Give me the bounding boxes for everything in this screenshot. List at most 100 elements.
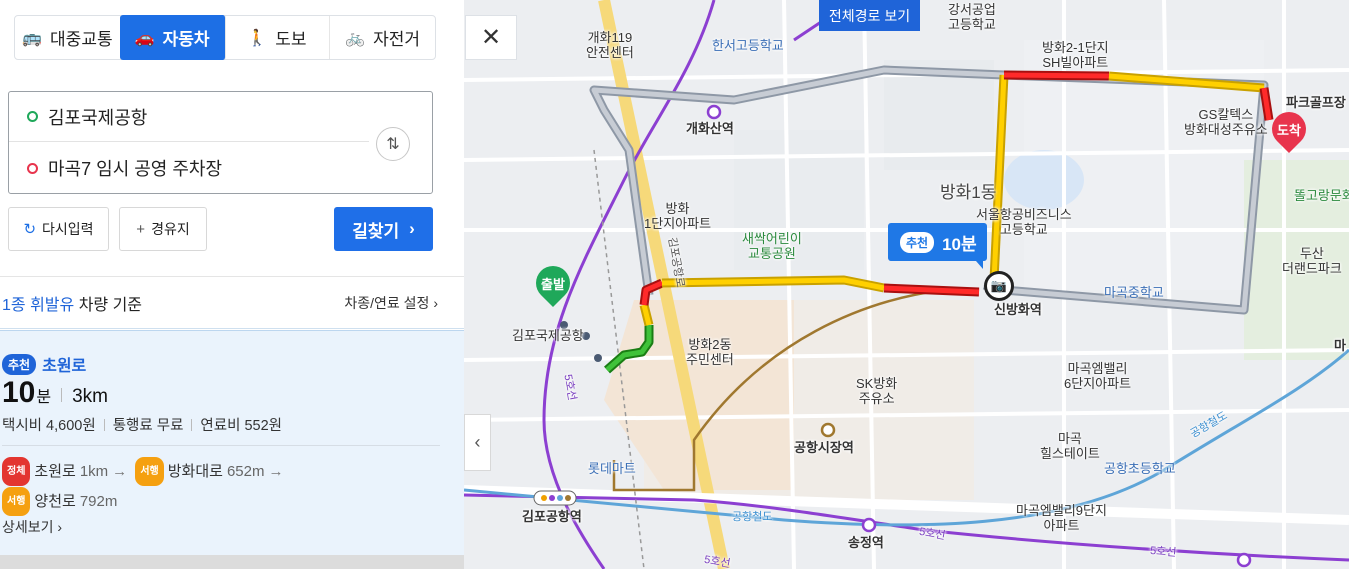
recommended-badge: 추천 (2, 353, 37, 375)
station-airport-market[interactable]: 공항시장역 (794, 440, 854, 455)
close-button[interactable]: ✕ (465, 15, 517, 60)
poi-airport-elem[interactable]: 공항초등학교 (1104, 461, 1176, 476)
traffic-badge: 서행 (135, 457, 164, 486)
traffic-camera-icon[interactable]: 📷 (984, 271, 1014, 301)
reset-label: 다시입력 (42, 221, 94, 237)
bus-icon: 🚌 (22, 29, 43, 47)
route-time-bubble[interactable]: 추천 10분 (888, 223, 987, 269)
tab-transit-label: 대중교통 (50, 30, 113, 49)
add-waypoint-button[interactable]: + 경유지 (119, 207, 207, 251)
walk-icon: 🚶 (247, 29, 268, 47)
poi-gimpo-airport[interactable]: 김포국제공항 (512, 328, 584, 343)
vehicle-settings-label: 차종/연료 설정 (344, 294, 430, 311)
swap-button[interactable]: ⇅ (376, 127, 410, 161)
car-icon: 🚗 (134, 29, 155, 47)
bubble-time: 10분 (942, 234, 977, 254)
vehicle-settings-link[interactable]: 차종/연료 설정 › (344, 293, 438, 313)
route-minutes-unit: 분 (36, 389, 52, 406)
station-gaehwasan[interactable]: 개화산역 (686, 121, 734, 136)
line5-label-c: 5호선 (1149, 544, 1177, 560)
destination-marker-icon (27, 162, 38, 174)
destination-text: 마곡7 임시 공영 주차장 (48, 159, 223, 179)
travel-mode-tabs: 🚌 대중교통 🚗 자동차 🚶 도보 🚲 자전거 (14, 15, 436, 60)
poi-hanseo[interactable]: 한서고등학교 (712, 38, 784, 53)
route-road-name: 초원로 (42, 358, 87, 375)
detail-label: 상세보기 (2, 519, 54, 535)
segment-length: 652m (226, 463, 265, 480)
poi-gaehwa119[interactable]: 개화119 안전센터 (586, 30, 634, 60)
traffic-badge: 정체 (2, 457, 31, 486)
segment-item: 정체 초원로 1km → (2, 457, 127, 486)
chevron-right-icon: › (409, 219, 415, 238)
route-input-box: 김포국제공항 마곡7 임시 공영 주차장 ⇅ (8, 91, 433, 194)
bicycle-icon: 🚲 (345, 29, 366, 47)
poi-saessak[interactable]: 새싹어린이 교통공원 (742, 231, 802, 261)
tab-walk[interactable]: 🚶 도보 (225, 16, 331, 59)
route-distance: 3km (72, 386, 109, 407)
station-songjeong[interactable]: 송정역 (848, 535, 884, 550)
station-sinbanghwa[interactable]: 신방화역 (994, 302, 1042, 317)
map-canvas (464, 0, 1349, 569)
poi-magok-middle[interactable]: 마곡중학교 (1104, 285, 1164, 300)
poi-banghwa1[interactable]: 방화 1단지아파트 (644, 201, 711, 231)
traffic-badge: 서행 (2, 487, 31, 516)
poi-banghwa2dong[interactable]: 방화2동 주민센터 (686, 337, 734, 367)
origin-text: 김포국제공항 (48, 107, 148, 128)
poi-parkgolf[interactable]: 파크골프장 (1286, 95, 1346, 110)
segment-name: 양천로 (34, 493, 76, 510)
poi-magokhills[interactable]: 마곡 힐스테이트 (1040, 431, 1100, 461)
segment-length: 792m (79, 493, 118, 510)
taxi-fare: 택시비 4,600원 (2, 418, 96, 434)
panel-collapse-button[interactable]: ‹ (464, 414, 491, 471)
destination-field[interactable]: 마곡7 임시 공영 주차장 (9, 143, 369, 193)
segment-name: 방화대로 (167, 463, 223, 480)
poi-magokvalley9[interactable]: 마곡엠밸리9단지 아파트 (1016, 503, 1107, 533)
poi-dusan[interactable]: 두산 더랜드파크 (1282, 246, 1342, 276)
tab-bicycle[interactable]: 🚲 자전거 (330, 16, 435, 59)
route-detail-link[interactable]: 상세보기 › (2, 517, 62, 537)
origin-marker-icon (27, 111, 38, 122)
route-costs: 택시비 4,600원 통행료 무료 연료비 552원 (2, 414, 282, 435)
poi-lotte[interactable]: 롯데마트 (588, 461, 636, 476)
route-minutes: 10 (2, 376, 36, 409)
route-segments: 정체 초원로 1km → 서행 방화대로 652m → 서행 양천로 792m (2, 456, 442, 516)
origin-field[interactable]: 김포국제공항 (9, 92, 369, 142)
start-pin-label: 출발 (541, 277, 565, 292)
area-banghwa1dong: 방화1동 (940, 183, 997, 202)
poi-ddolgo[interactable]: 똘고랑문화 (1294, 188, 1349, 203)
tab-car-label: 자동차 (162, 30, 210, 49)
poi-ma: 마 (1334, 338, 1346, 353)
tab-transit[interactable]: 🚌 대중교통 (15, 16, 121, 59)
end-pin-label: 도착 (1277, 123, 1301, 138)
poi-seoulbiz[interactable]: 서울항공비즈니스 고등학교 (976, 207, 1072, 237)
start-pin[interactable]: 출발 (528, 258, 578, 308)
reset-button[interactable]: ↻ 다시입력 (8, 207, 109, 251)
segment-item: 서행 양천로 792m (2, 487, 117, 516)
segment-length: 1km (79, 463, 109, 480)
tab-car[interactable]: 🚗 자동차 (119, 15, 226, 60)
toll-fee: 통행료 무료 (112, 418, 184, 434)
arrow-right-icon: → (112, 463, 128, 480)
poi-magokvalley6[interactable]: 마곡엠밸리 6단지아파트 (1064, 361, 1131, 391)
poi-gangseo[interactable]: 강서공업 고등학교 (948, 2, 996, 32)
search-label: 길찾기 (352, 221, 400, 241)
route-summary: 10 분 3km (2, 376, 108, 410)
poi-banghwa21[interactable]: 방화2-1단지 SH빌아파트 (1042, 40, 1109, 70)
refresh-icon: ↻ (23, 221, 37, 238)
search-route-button[interactable]: 길찾기 › (334, 207, 433, 251)
end-pin[interactable]: 도착 (1264, 104, 1314, 154)
map-view[interactable]: 전체경로 보기 개화119 안전센터 한서고등학교 강서공업 고등학교 방화2-1단… (464, 0, 1349, 569)
segment-name: 초원로 (34, 463, 76, 480)
chevron-left-icon: ‹ (474, 432, 481, 452)
directions-panel: 🚌 대중교통 🚗 자동차 🚶 도보 🚲 자전거 ✕ 김포국제공항 마곡7 임시 … (0, 0, 517, 555)
route-result-card[interactable]: 추천 초원로 10 분 3km 택시비 4,600원 통행료 무료 연료비 55… (0, 330, 464, 555)
poi-sk[interactable]: SK방화 주유소 (856, 376, 897, 406)
segment-item: 서행 방화대로 652m → (135, 457, 283, 486)
arrow-right-icon: → (268, 463, 284, 480)
plus-icon: + (136, 220, 146, 238)
poi-gs[interactable]: GS칼텍스 방화대성주유소 (1184, 107, 1268, 137)
fuel-cost: 연료비 552원 (200, 418, 283, 434)
station-gimpo-airport[interactable]: 김포공항역 (522, 509, 582, 524)
full-route-button[interactable]: 전체경로 보기 (819, 0, 920, 31)
chevron-right-icon: › (57, 519, 63, 535)
